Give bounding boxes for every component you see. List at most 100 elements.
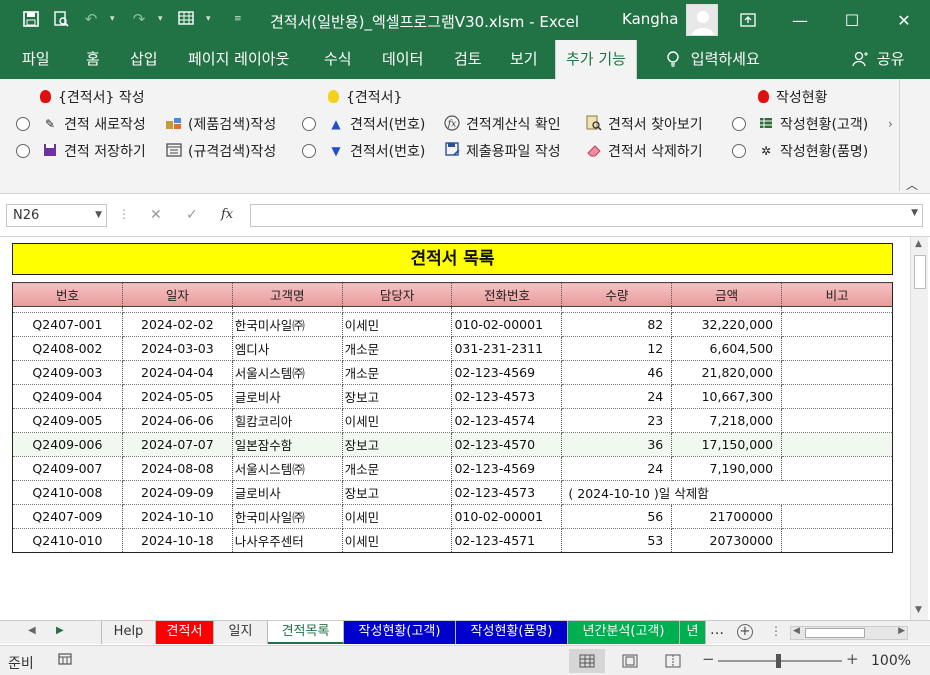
scroll-thumb[interactable] <box>805 628 865 638</box>
maximize-icon[interactable]: ☐ <box>826 0 878 40</box>
status-customer-button[interactable]: 작성현황(고객) <box>732 114 868 134</box>
tab-page-layout[interactable]: 페이지 레이아웃 <box>178 40 299 79</box>
cell[interactable]: 글로비사 <box>231 384 343 409</box>
submit-file-button[interactable]: 제출용파일 작성 <box>444 141 561 161</box>
cell[interactable] <box>781 408 893 433</box>
zoom-out-icon[interactable]: − <box>702 650 715 668</box>
table-row[interactable]: Q2409-005 2024-06-06 힐캄코리아 이세민 02-123-45… <box>12 408 893 433</box>
cell[interactable] <box>781 312 893 337</box>
cell[interactable]: 53 <box>561 528 673 553</box>
minimize-icon[interactable]: — <box>774 0 826 40</box>
zoom-slider-knob[interactable] <box>776 654 781 668</box>
cell[interactable]: 2024-08-08 <box>121 456 233 481</box>
tab-view[interactable]: 보기 <box>500 40 548 79</box>
cell[interactable]: 한국미사일㈜ <box>231 312 343 337</box>
undo-icon[interactable]: ↶ <box>80 8 102 30</box>
redo-icon[interactable]: ↷ <box>128 8 150 30</box>
next-sheet-icon[interactable]: ▶ <box>56 625 64 636</box>
cell[interactable]: Q2407-001 <box>12 312 123 337</box>
status-product-button[interactable]: ✲ 작성현황(품명) <box>732 141 868 161</box>
tab-data[interactable]: 데이터 <box>372 40 433 79</box>
insert-function-icon[interactable]: fx <box>221 207 233 222</box>
zoom-slider[interactable] <box>718 654 842 668</box>
cell[interactable] <box>781 336 893 361</box>
cell[interactable]: Q2409-006 <box>12 432 123 457</box>
table-row[interactable]: Q2409-007 2024-08-08 서울시스템㈜ 개소문 02-123-4… <box>12 456 893 481</box>
collapse-ribbon-icon[interactable]: ︿ <box>906 176 918 193</box>
spec-search-button[interactable]: (규격검색)작성 <box>166 141 276 161</box>
cell[interactable] <box>781 528 893 553</box>
redo-dropdown-icon[interactable]: ▾ <box>158 14 168 24</box>
find-quote-button[interactable]: 견적서 찾아보기 <box>586 114 703 134</box>
cell[interactable]: 24 <box>561 384 673 409</box>
cell[interactable]: 02-123-4570 <box>451 432 563 457</box>
cell[interactable]: 개소문 <box>341 456 453 481</box>
chevron-down-icon[interactable]: ▼ <box>95 205 102 226</box>
cell[interactable]: 12 <box>561 336 673 361</box>
table-row-deleted[interactable]: Q2410-008 2024-09-09 글로비사 장보고 02-123-457… <box>12 480 893 505</box>
more-sheets-icon[interactable]: … <box>710 622 724 638</box>
vertical-scrollbar[interactable]: ▲ ▼ <box>910 237 928 620</box>
cell[interactable]: 2024-06-06 <box>121 408 233 433</box>
tab-add-ins[interactable]: 추가 기능 <box>555 40 637 79</box>
cell[interactable]: 일본잠수함 <box>231 432 343 457</box>
cell[interactable]: 이세민 <box>341 312 453 337</box>
table-row[interactable]: Q2410-010 2024-10-18 나사우주센터 이세민 02-123-4… <box>12 528 893 553</box>
cell[interactable]: 46 <box>561 360 673 385</box>
page-break-view-icon[interactable] <box>655 649 691 673</box>
table-format-icon[interactable] <box>176 8 198 30</box>
zoom-in-icon[interactable]: + <box>846 650 859 668</box>
cell[interactable]: 7,218,000 <box>671 408 783 433</box>
deleted-note[interactable]: ( 2024-10-10 )일 삭제함 <box>561 480 893 505</box>
cell[interactable]: Q2409-007 <box>12 456 123 481</box>
scroll-thumb[interactable] <box>914 255 926 289</box>
cancel-icon[interactable]: ✕ <box>150 207 162 223</box>
page-layout-view-icon[interactable] <box>612 649 648 673</box>
cell[interactable]: 한국미사일㈜ <box>231 504 343 529</box>
cell[interactable]: 010-02-00001 <box>451 504 563 529</box>
cell[interactable]: 02-123-4573 <box>451 480 563 505</box>
table-row[interactable]: Q2408-002 2024-03-03 엠디사 개소문 031-231-231… <box>12 336 893 361</box>
cell[interactable]: 2024-10-18 <box>121 528 233 553</box>
cell[interactable]: 이세민 <box>341 408 453 433</box>
cell[interactable]: 2024-07-07 <box>121 432 233 457</box>
undo-dropdown-icon[interactable]: ▾ <box>110 14 120 24</box>
cell[interactable]: 02-123-4569 <box>451 360 563 385</box>
ribbon-scroll-right-icon[interactable]: › <box>888 79 898 169</box>
product-search-button[interactable]: (제품검색)작성 <box>166 114 276 134</box>
delete-quote-button[interactable]: 견적서 삭제하기 <box>586 141 703 161</box>
cell[interactable] <box>781 504 893 529</box>
tab-formulas[interactable]: 수식 <box>314 40 362 79</box>
new-quote-button[interactable]: ✎ 견적 새로작성 <box>16 114 146 134</box>
scroll-left-icon[interactable]: ◀ <box>793 626 800 636</box>
cell[interactable]: 32,220,000 <box>671 312 783 337</box>
cell[interactable]: 서울시스템㈜ <box>231 456 343 481</box>
add-sheet-icon[interactable]: + <box>737 624 753 640</box>
zoom-level[interactable]: 100% <box>871 653 911 669</box>
save-icon[interactable] <box>20 8 42 30</box>
macro-record-icon[interactable] <box>58 652 72 670</box>
sheet-tab-journal[interactable]: 일지 <box>214 621 268 644</box>
cell[interactable]: 02-123-4574 <box>451 408 563 433</box>
cell[interactable]: 17,150,000 <box>671 432 783 457</box>
horizontal-scrollbar[interactable]: ◀ ▶ <box>790 626 908 640</box>
scroll-right-icon[interactable]: ▶ <box>898 626 905 636</box>
quote-number-down-button[interactable]: ▼ 견적서(번호) <box>302 141 425 161</box>
cell[interactable] <box>781 384 893 409</box>
cell[interactable]: 7,190,000 <box>671 456 783 481</box>
table-row[interactable]: Q2407-009 2024-10-10 한국미사일㈜ 이세민 010-02-0… <box>12 504 893 529</box>
formula-check-button[interactable]: fx 견적계산식 확인 <box>444 114 561 134</box>
cell[interactable]: 031-231-2311 <box>451 336 563 361</box>
close-icon[interactable]: ✕ <box>878 0 930 40</box>
cell[interactable]: Q2409-005 <box>12 408 123 433</box>
table-format-dropdown-icon[interactable]: ▾ <box>206 14 216 24</box>
cell[interactable]: Q2409-004 <box>12 384 123 409</box>
sheet-tab-quote[interactable]: 견적서 <box>156 621 214 644</box>
cell[interactable]: 6,604,500 <box>671 336 783 361</box>
cell[interactable]: 서울시스템㈜ <box>231 360 343 385</box>
table-row[interactable]: Q2409-004 2024-05-05 글로비사 장보고 02-123-457… <box>12 384 893 409</box>
cell[interactable]: Q2410-008 <box>12 480 123 505</box>
cell[interactable] <box>781 456 893 481</box>
user-name[interactable]: Kangha <box>622 10 679 28</box>
tab-home[interactable]: 홈 <box>76 40 110 79</box>
